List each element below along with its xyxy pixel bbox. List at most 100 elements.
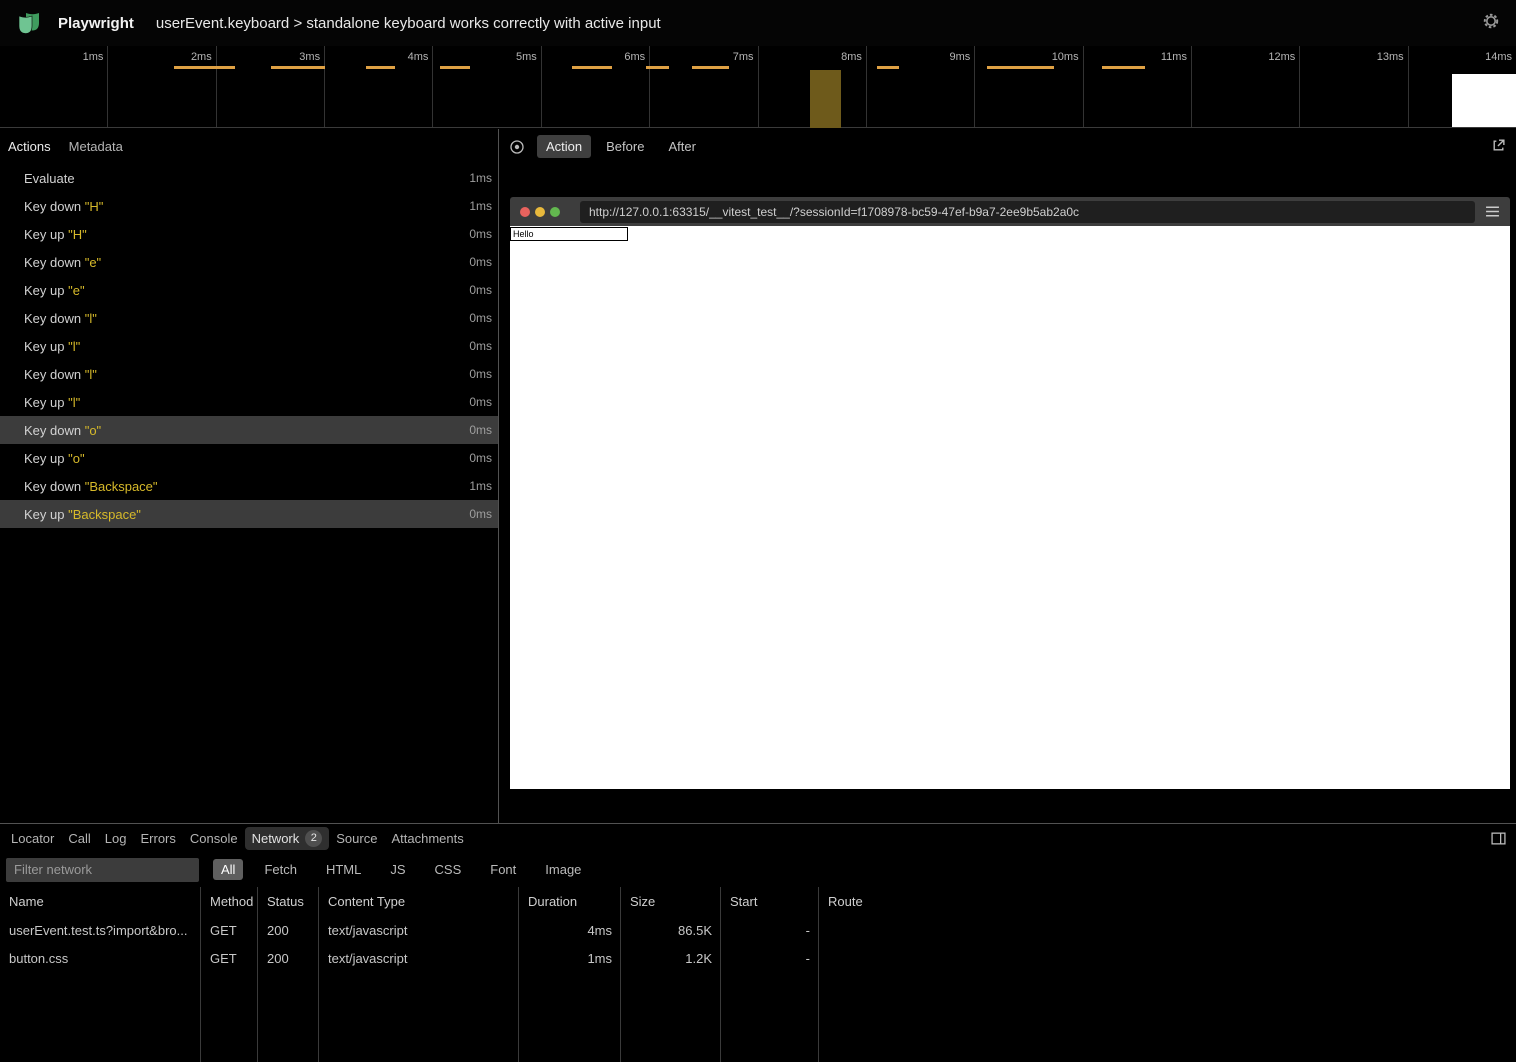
- action-row[interactable]: Key down "l"0ms: [0, 360, 498, 388]
- filter-chip-fetch[interactable]: Fetch: [256, 859, 305, 880]
- action-value: "Backspace": [68, 507, 141, 522]
- timeline-selection[interactable]: [810, 70, 841, 128]
- timeline-cell[interactable]: 2ms: [108, 46, 216, 127]
- open-snapshot-external-icon[interactable]: [1491, 138, 1506, 156]
- network-cell: [819, 944, 1516, 972]
- filter-chip-css[interactable]: CSS: [427, 859, 470, 880]
- network-cell: 200: [258, 944, 319, 972]
- tab-console[interactable]: Console: [183, 828, 245, 849]
- action-title: Key down "l": [24, 311, 469, 326]
- action-duration: 0ms: [469, 451, 492, 465]
- action-row[interactable]: Key up "H"0ms: [0, 220, 498, 248]
- split-view-icon[interactable]: [1491, 831, 1506, 846]
- tab-after[interactable]: After: [659, 135, 704, 158]
- bottom-tabs: LocatorCallLogErrorsConsoleNetwork2Sourc…: [4, 827, 471, 850]
- timeline-cell[interactable]: 7ms: [650, 46, 758, 127]
- tab-call[interactable]: Call: [61, 828, 97, 849]
- action-row[interactable]: Key down "H"1ms: [0, 192, 498, 220]
- tab-network[interactable]: Network2: [245, 827, 330, 850]
- action-row[interactable]: Evaluate1ms: [0, 164, 498, 192]
- action-duration: 0ms: [469, 311, 492, 325]
- timeline[interactable]: 1ms2ms3ms4ms 5ms 6ms 7ms 8ms 9ms 10ms 11ms12ms 1…: [0, 46, 1516, 128]
- timeline-tick-label: 8ms: [841, 51, 862, 63]
- browser-chrome: http://127.0.0.1:63315/__vitest_test__/?…: [510, 197, 1510, 226]
- action-duration: 0ms: [469, 423, 492, 437]
- action-duration: 0ms: [469, 395, 492, 409]
- network-cell: button.css: [0, 944, 201, 972]
- action-value: "e": [68, 283, 84, 298]
- timeline-tick-label: 13ms: [1377, 51, 1404, 63]
- filter-chip-js[interactable]: JS: [382, 859, 413, 880]
- action-row[interactable]: Key down "o"0ms: [0, 416, 498, 444]
- action-value: "Backspace": [85, 479, 158, 494]
- action-row[interactable]: Key down "l"0ms: [0, 304, 498, 332]
- pick-locator-icon[interactable]: [509, 139, 525, 155]
- tab-action[interactable]: Action: [537, 135, 591, 158]
- action-row[interactable]: Key up "o"0ms: [0, 444, 498, 472]
- network-cell: [819, 916, 1516, 944]
- timeline-activity-bar: [174, 66, 235, 69]
- tab-attachments[interactable]: Attachments: [384, 828, 470, 849]
- timeline-cell[interactable]: 10ms: [975, 46, 1083, 127]
- tab-log[interactable]: Log: [98, 828, 134, 849]
- timeline-cell[interactable]: 12ms: [1192, 46, 1300, 127]
- action-title: Key down "e": [24, 255, 469, 270]
- filter-chip-image[interactable]: Image: [537, 859, 589, 880]
- timeline-activity-bar: [877, 66, 899, 69]
- network-table: NameMethodStatusContent TypeDurationSize…: [0, 887, 1516, 1062]
- action-row[interactable]: Key up "l"0ms: [0, 332, 498, 360]
- timeline-cell[interactable]: 1ms: [0, 46, 108, 127]
- browser-menu-icon[interactable]: [1485, 205, 1500, 218]
- timeline-activity-bar: [692, 66, 729, 69]
- timeline-cell[interactable]: 9ms: [867, 46, 975, 127]
- tab-source[interactable]: Source: [329, 828, 384, 849]
- action-title: Key up "o": [24, 451, 469, 466]
- action-value: "H": [68, 227, 87, 242]
- action-row[interactable]: Key down "Backspace"1ms: [0, 472, 498, 500]
- action-value: "o": [68, 451, 84, 466]
- tab-errors[interactable]: Errors: [133, 828, 182, 849]
- timeline-cell[interactable]: 4ms: [325, 46, 433, 127]
- timeline-tick-label: 9ms: [949, 51, 970, 63]
- timeline-tick-label: 5ms: [516, 51, 537, 63]
- trace-viewer: Playwright userEvent.keyboard > standalo…: [0, 0, 1516, 1062]
- table-header-row: NameMethodStatusContent TypeDurationSize…: [0, 887, 1516, 916]
- action-value: "l": [68, 339, 80, 354]
- timeline-tick-label: 10ms: [1052, 51, 1079, 63]
- tab-before[interactable]: Before: [597, 135, 653, 158]
- actions-list: Evaluate1msKey down "H"1msKey up "H"0msK…: [0, 164, 498, 823]
- action-title: Key up "l": [24, 395, 469, 410]
- timeline-cell[interactable]: 6ms: [542, 46, 650, 127]
- action-duration: 0ms: [469, 283, 492, 297]
- timeline-cell[interactable]: 11ms: [1084, 46, 1192, 127]
- timeline-cell[interactable]: 5ms: [433, 46, 541, 127]
- timeline-filmstrip-thumbnail[interactable]: [1452, 74, 1516, 127]
- timeline-cell[interactable]: 13ms: [1300, 46, 1408, 127]
- page-text-input[interactable]: [510, 227, 628, 241]
- network-row[interactable]: button.cssGET200text/javascript1ms1.2K-: [0, 944, 1516, 972]
- action-row[interactable]: Key up "Backspace"0ms: [0, 500, 498, 528]
- network-cell: text/javascript: [319, 916, 519, 944]
- timeline-cell[interactable]: 3ms: [217, 46, 325, 127]
- filter-chip-html[interactable]: HTML: [318, 859, 369, 880]
- action-duration: 1ms: [469, 479, 492, 493]
- tab-metadata[interactable]: Metadata: [69, 139, 123, 154]
- snapshot-page: [510, 226, 1510, 789]
- filter-chip-all[interactable]: All: [213, 859, 243, 880]
- header: Playwright userEvent.keyboard > standalo…: [0, 0, 1516, 46]
- action-row[interactable]: Key up "l"0ms: [0, 388, 498, 416]
- tab-locator[interactable]: Locator: [4, 828, 61, 849]
- network-row[interactable]: userEvent.test.ts?import&bro...GET200tex…: [0, 916, 1516, 944]
- action-title: Key down "Backspace": [24, 479, 469, 494]
- network-filter-input[interactable]: [6, 858, 199, 882]
- timeline-tick-label: 7ms: [733, 51, 754, 63]
- action-row[interactable]: Key up "e"0ms: [0, 276, 498, 304]
- action-row[interactable]: Key down "e"0ms: [0, 248, 498, 276]
- tab-actions[interactable]: Actions: [8, 139, 51, 154]
- actions-tabbar: Actions Metadata: [0, 129, 498, 164]
- action-duration: 1ms: [469, 199, 492, 213]
- settings-gear-icon[interactable]: [1482, 12, 1500, 35]
- snapshot-browser: http://127.0.0.1:63315/__vitest_test__/?…: [510, 197, 1510, 789]
- action-title: Key down "l": [24, 367, 469, 382]
- filter-chip-font[interactable]: Font: [482, 859, 524, 880]
